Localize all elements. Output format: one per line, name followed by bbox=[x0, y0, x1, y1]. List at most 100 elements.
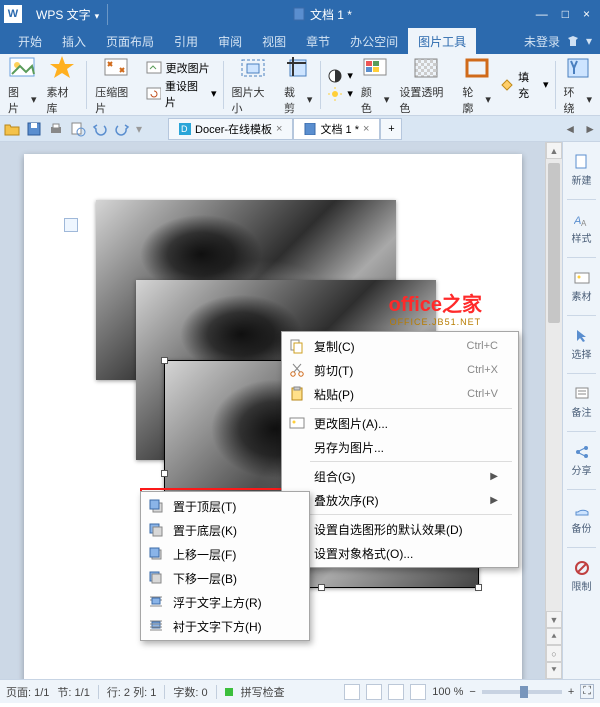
ribbon-brightness[interactable]: ▾ bbox=[327, 86, 353, 102]
copy-icon bbox=[289, 338, 305, 354]
print-icon[interactable] bbox=[48, 121, 64, 137]
menu-chapter[interactable]: 章节 bbox=[296, 28, 340, 54]
app-logo-icon: W bbox=[4, 5, 22, 23]
menu-dropdown-icon[interactable]: ▾ bbox=[586, 34, 592, 48]
side-select[interactable]: 选择 bbox=[563, 324, 600, 365]
ctx-send-backward[interactable]: 下移一层(B) bbox=[143, 566, 307, 590]
close-icon[interactable]: × bbox=[276, 123, 282, 135]
view-print-layout-icon[interactable] bbox=[344, 684, 360, 700]
side-notes[interactable]: 备注 bbox=[563, 382, 600, 423]
select-icon bbox=[574, 328, 590, 344]
nav-prev-icon[interactable]: ◄ bbox=[564, 122, 576, 136]
open-icon[interactable] bbox=[4, 121, 20, 137]
ctx-auto-shape-default[interactable]: 设置自选图形的默认效果(D) bbox=[284, 517, 516, 541]
zoom-slider[interactable] bbox=[482, 690, 562, 694]
ribbon-wrap[interactable]: 环绕▾ bbox=[560, 52, 596, 118]
side-styles[interactable]: AA样式 bbox=[563, 208, 600, 249]
transparent-icon bbox=[412, 54, 440, 82]
next-page-icon[interactable]: ⯆ bbox=[546, 662, 562, 679]
tab-add[interactable]: + bbox=[380, 118, 402, 140]
view-outline-icon[interactable] bbox=[366, 684, 382, 700]
vertical-scrollbar[interactable]: ▲ ▼ ⯅ ○ ⯆ bbox=[545, 142, 562, 679]
ribbon-picture-size[interactable]: 图片大小 bbox=[228, 52, 278, 118]
save-icon[interactable] bbox=[26, 121, 42, 137]
side-share[interactable]: 分享 bbox=[563, 440, 600, 481]
menu-office-space[interactable]: 办公空间 bbox=[340, 28, 408, 54]
maximize-button[interactable]: □ bbox=[562, 7, 569, 21]
page-area[interactable]: office之家 OFFICE.JB51.NET 复制(C)Ctrl+C 剪切(… bbox=[0, 142, 545, 679]
nav-next-icon[interactable]: ► bbox=[584, 122, 596, 136]
status-page[interactable]: 页面: 1/1 bbox=[6, 684, 49, 700]
ribbon-material-library[interactable]: 素材库 bbox=[42, 52, 82, 118]
svg-text:D: D bbox=[181, 124, 188, 134]
prev-page-icon[interactable]: ⯅ bbox=[546, 628, 562, 645]
ctx-paste[interactable]: 粘贴(P)Ctrl+V bbox=[284, 382, 516, 406]
side-backup[interactable]: 备份 bbox=[563, 498, 600, 539]
ctx-copy[interactable]: 复制(C)Ctrl+C bbox=[284, 334, 516, 358]
menu-insert[interactable]: 插入 bbox=[52, 28, 96, 54]
tab-docer[interactable]: D Docer-在线模板× bbox=[168, 118, 293, 140]
layout-options-icon[interactable] bbox=[64, 218, 78, 232]
menu-view[interactable]: 视图 bbox=[252, 28, 296, 54]
close-icon[interactable]: × bbox=[363, 123, 369, 135]
menu-review[interactable]: 审阅 bbox=[208, 28, 252, 54]
ctx-order[interactable]: 叠放次序(R)▶ bbox=[284, 488, 516, 512]
ribbon-contrast[interactable]: ▾ bbox=[327, 68, 353, 84]
menu-picture-tools[interactable]: 图片工具 bbox=[408, 28, 476, 54]
scrollbar-thumb[interactable] bbox=[548, 163, 560, 323]
ctx-format-object[interactable]: 设置对象格式(O)... bbox=[284, 541, 516, 565]
print-preview-icon[interactable] bbox=[70, 121, 86, 137]
ctx-behind-text[interactable]: 衬于文字下方(H) bbox=[143, 614, 307, 638]
scroll-up-icon[interactable]: ▲ bbox=[546, 142, 562, 159]
doc-icon bbox=[304, 123, 316, 135]
status-spellcheck[interactable]: 拼写检查 bbox=[241, 684, 285, 700]
menu-references[interactable]: 引用 bbox=[164, 28, 208, 54]
ribbon-compress-picture[interactable]: 压缩图片 bbox=[91, 52, 141, 118]
zoom-in-button[interactable]: + bbox=[568, 686, 574, 698]
ribbon-reset-picture[interactable]: 重设图片▾ bbox=[146, 78, 217, 110]
star-icon bbox=[48, 54, 76, 82]
menu-start[interactable]: 开始 bbox=[8, 28, 52, 54]
ctx-group[interactable]: 组合(G)▶ bbox=[284, 464, 516, 488]
view-web-icon[interactable] bbox=[388, 684, 404, 700]
docer-icon: D bbox=[179, 123, 191, 135]
side-material[interactable]: 素材 bbox=[563, 266, 600, 307]
workspace: office之家 OFFICE.JB51.NET 复制(C)Ctrl+C 剪切(… bbox=[0, 142, 600, 679]
ctx-cut[interactable]: 剪切(T)Ctrl+X bbox=[284, 358, 516, 382]
ribbon-color[interactable]: 颜色▾ bbox=[357, 52, 393, 118]
ctx-in-front-of-text[interactable]: 浮于文字上方(R) bbox=[143, 590, 307, 614]
close-button[interactable]: × bbox=[583, 7, 590, 21]
side-panel: 新建 AA样式 素材 选择 备注 分享 备份 限制 bbox=[562, 142, 600, 679]
ctx-send-to-back[interactable]: 置于底层(K) bbox=[143, 518, 307, 542]
ribbon-outline[interactable]: 轮廓▾ bbox=[458, 52, 494, 118]
side-restrict[interactable]: 限制 bbox=[563, 556, 600, 597]
scroll-down-icon[interactable]: ▼ bbox=[546, 611, 562, 628]
ctx-save-as-picture[interactable]: 另存为图片... bbox=[284, 435, 516, 459]
ribbon-set-transparent[interactable]: 设置透明色 bbox=[395, 52, 456, 118]
ribbon-crop[interactable]: 裁剪▾ bbox=[280, 52, 316, 118]
side-new[interactable]: 新建 bbox=[563, 150, 600, 191]
cut-icon bbox=[289, 362, 305, 378]
browse-object-icon[interactable]: ○ bbox=[546, 645, 562, 662]
redo-icon[interactable] bbox=[114, 121, 130, 137]
window-controls: — □ × bbox=[536, 7, 596, 21]
status-word-count[interactable]: 字数: 0 bbox=[173, 684, 207, 700]
change-picture-icon bbox=[146, 60, 162, 76]
menu-page-layout[interactable]: 页面布局 bbox=[96, 28, 164, 54]
ribbon-fill[interactable]: 填充▾ bbox=[499, 69, 549, 101]
ctx-bring-to-front[interactable]: 置于顶层(T) bbox=[143, 494, 307, 518]
login-link[interactable]: 未登录 bbox=[524, 33, 560, 50]
app-name[interactable]: WPS 文字▾ bbox=[28, 4, 108, 25]
ribbon-change-picture[interactable]: 更改图片 bbox=[146, 60, 217, 76]
undo-icon[interactable] bbox=[92, 121, 108, 137]
tab-doc1[interactable]: 文档 1 *× bbox=[293, 118, 380, 140]
zoom-out-button[interactable]: − bbox=[469, 686, 475, 698]
minimize-button[interactable]: — bbox=[536, 7, 548, 21]
view-fullscreen-icon[interactable] bbox=[410, 684, 426, 700]
shirt-icon[interactable] bbox=[566, 34, 580, 48]
ribbon-picture[interactable]: 图片▾ bbox=[4, 52, 40, 118]
zoom-value[interactable]: 100 % bbox=[432, 686, 463, 698]
ctx-bring-forward[interactable]: 上移一层(F) bbox=[143, 542, 307, 566]
ctx-change-picture[interactable]: 更改图片(A)... bbox=[284, 411, 516, 435]
zoom-fit-icon[interactable]: ⛶ bbox=[580, 684, 594, 699]
